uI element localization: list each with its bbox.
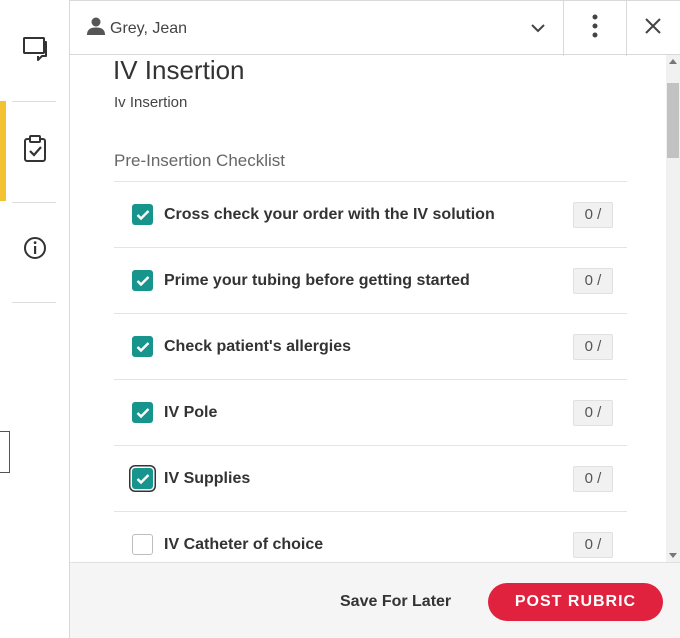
checkbox[interactable]	[132, 204, 153, 225]
info-icon	[22, 235, 48, 266]
scroll-down-arrow[interactable]	[669, 553, 677, 558]
more-vertical-icon	[592, 14, 598, 43]
scrollbar[interactable]	[666, 55, 680, 562]
clipboard-check-icon	[21, 134, 49, 169]
left-rail	[0, 0, 70, 638]
checklist-item: IV Supplies 0 /	[114, 446, 627, 512]
checkbox[interactable]	[132, 336, 153, 357]
item-label: Cross check your order with the IV solut…	[164, 205, 495, 223]
checklist-item: Prime your tubing before getting started…	[114, 248, 627, 314]
rubric-subtitle: Iv Insertion	[114, 94, 188, 111]
checkbox[interactable]	[132, 534, 153, 555]
item-label: Check patient's allergies	[164, 337, 351, 355]
info-button[interactable]	[0, 200, 69, 300]
rubric-button[interactable]	[0, 101, 69, 201]
post-rubric-button[interactable]: POST RUBRIC	[488, 583, 663, 621]
checklist-item: Cross check your order with the IV solut…	[114, 182, 627, 248]
item-label: Prime your tubing before getting started	[164, 271, 470, 289]
score-input[interactable]: 0 /	[573, 531, 613, 558]
score-input[interactable]: 0 /	[573, 333, 613, 360]
rubric-title: IV Insertion	[113, 55, 245, 85]
comment-icon	[21, 34, 49, 67]
user-dropdown-button[interactable]	[522, 13, 554, 45]
checklist: Cross check your order with the IV solut…	[114, 182, 627, 562]
item-label: IV Supplies	[164, 469, 251, 487]
checklist-item: IV Pole 0 /	[114, 380, 627, 446]
panel-header: Grey, Jean	[70, 0, 680, 56]
user-name: Grey, Jean	[110, 19, 188, 37]
checkbox[interactable]	[132, 468, 153, 489]
save-for-later-button[interactable]: Save For Later	[340, 593, 451, 611]
checklist-item: Check patient's allergies 0 /	[114, 314, 627, 380]
item-label: IV Catheter of choice	[164, 535, 324, 553]
close-icon	[644, 17, 662, 40]
chevron-down-icon	[530, 20, 546, 38]
scroll-up-arrow[interactable]	[669, 59, 677, 64]
more-options-button[interactable]	[564, 1, 626, 56]
rubric-panel: IV Insertion Iv Insertion Pre-Insertion …	[70, 55, 666, 562]
close-button[interactable]	[626, 1, 680, 56]
collapse-handle[interactable]	[0, 431, 10, 473]
score-input[interactable]: 0 /	[573, 267, 613, 294]
score-input[interactable]: 0 /	[573, 201, 613, 228]
user-selector[interactable]: Grey, Jean	[86, 1, 187, 56]
rail-divider	[12, 302, 56, 303]
item-label: IV Pole	[164, 403, 218, 421]
score-input[interactable]: 0 /	[573, 465, 613, 492]
user-icon	[86, 16, 106, 41]
score-input[interactable]: 0 /	[573, 399, 613, 426]
comments-button[interactable]	[0, 0, 69, 100]
checkbox[interactable]	[132, 402, 153, 423]
section-title: Pre-Insertion Checklist	[114, 151, 286, 170]
scroll-thumb[interactable]	[667, 83, 679, 158]
checklist-item: IV Catheter of choice 0 /	[114, 512, 627, 562]
panel-footer: Save For Later POST RUBRIC	[70, 562, 680, 638]
checkbox[interactable]	[132, 270, 153, 291]
